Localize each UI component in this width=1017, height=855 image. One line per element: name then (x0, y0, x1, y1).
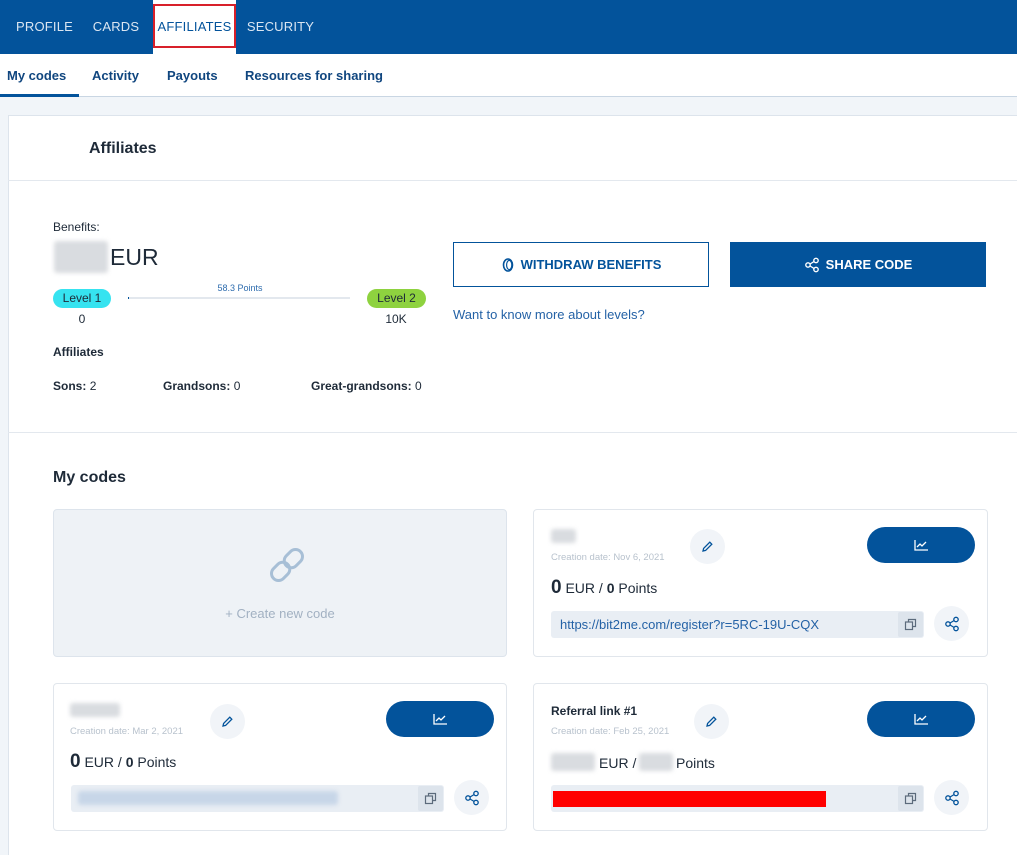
level-progress-track (128, 297, 350, 299)
blurred-points-value (639, 753, 673, 771)
subtab-payouts[interactable]: Payouts (167, 68, 218, 83)
code-eur-label: EUR / (84, 754, 122, 770)
tab-profile[interactable]: PROFILE (0, 0, 89, 54)
code-name: Referral link #1 (551, 704, 638, 718)
edit-code-button[interactable] (694, 704, 729, 739)
code-stats-button[interactable] (867, 527, 975, 563)
chart-icon (914, 540, 928, 551)
subtab-activity[interactable]: Activity (92, 68, 139, 83)
grandsons-stat: Grandsons: 0 (163, 379, 240, 393)
share-icon (464, 790, 479, 805)
pencil-icon (222, 716, 233, 727)
sons-stat: Sons: 2 (53, 379, 96, 393)
tab-highlight-outline (153, 4, 236, 48)
redacted-referral-link (553, 791, 826, 807)
share-link-button[interactable] (934, 780, 969, 815)
great-grandsons-label: Great-grandsons: (311, 379, 412, 393)
blurred-code-name (70, 703, 120, 717)
code-creation-date: Creation date: Feb 25, 2021 (551, 726, 670, 737)
blurred-code-name (551, 529, 576, 543)
copy-link-button[interactable] (418, 786, 443, 811)
grandsons-value: 0 (233, 379, 241, 393)
subtab-resources[interactable]: Resources for sharing (245, 68, 383, 83)
share-code-label: SHARE CODE (825, 257, 913, 272)
copy-icon (904, 792, 917, 805)
withdraw-benefits-label: WITHDRAW BENEFITS (520, 257, 662, 272)
code-earnings: 0 EUR / 0 Points (70, 751, 176, 773)
level-1-badge: Level 1 (53, 289, 111, 308)
benefits-label: Benefits: (53, 220, 100, 234)
withdraw-benefits-button[interactable]: WITHDRAW BENEFITS (453, 242, 709, 287)
coin-icon (502, 257, 513, 272)
sub-nav: My codes Activity Payouts Resources for … (0, 54, 1017, 97)
copy-icon (904, 618, 917, 631)
code-points-label: Points (618, 580, 658, 596)
pencil-icon (702, 541, 713, 552)
share-icon (804, 257, 819, 272)
page-title: Affiliates (89, 140, 157, 157)
chart-icon (914, 714, 928, 725)
code-earnings: 0 EUR / 0 Points (551, 577, 657, 599)
blurred-benefit-amount (54, 241, 108, 273)
share-code-button[interactable]: SHARE CODE (730, 242, 986, 287)
link-icon (270, 548, 304, 582)
code-eur-value: 0 (551, 577, 562, 598)
great-grandsons-value: 0 (415, 379, 422, 393)
code-points-label: Points (137, 754, 177, 770)
level-1-threshold: 0 (78, 312, 86, 326)
code-points-value: 0 (606, 580, 615, 596)
code-creation-date: Creation date: Nov 6, 2021 (551, 552, 665, 563)
points-progress-label: 58.3 Points (217, 283, 263, 293)
copy-link-button[interactable] (898, 786, 923, 811)
level-2-threshold: 10K (385, 312, 407, 326)
code-points-label: Points (676, 755, 715, 771)
edit-code-button[interactable] (210, 704, 245, 739)
share-icon (944, 616, 959, 631)
divider (8, 432, 1017, 433)
referral-link-field[interactable]: https://bit2me.com/register?r=5RC-19U-CQ… (551, 611, 924, 638)
great-grandsons-stat: Great-grandsons: 0 (311, 379, 422, 393)
affiliates-heading: Affiliates (53, 345, 104, 359)
code-stats-button[interactable] (867, 701, 975, 737)
copy-icon (424, 792, 437, 805)
benefits-currency: EUR (110, 244, 159, 270)
levels-info-link[interactable]: Want to know more about levels? (453, 307, 645, 322)
blurred-referral-link (78, 791, 338, 805)
chart-icon (433, 714, 447, 725)
code-points-value: 0 (125, 754, 134, 770)
code-creation-date: Creation date: Mar 2, 2021 (70, 726, 184, 737)
pencil-icon (706, 716, 717, 727)
create-new-code-label[interactable]: + Create new code (53, 606, 507, 621)
code-eur-label: EUR / (599, 755, 637, 771)
tab-cards[interactable]: CARDS (89, 0, 143, 54)
copy-link-button[interactable] (898, 612, 923, 637)
level-2-badge: Level 2 (367, 289, 426, 308)
sons-value: 2 (89, 379, 97, 393)
divider (8, 180, 1017, 181)
code-eur-value: 0 (70, 751, 81, 772)
tab-security[interactable]: SECURITY (236, 0, 325, 54)
code-eur-label: EUR / (565, 580, 603, 596)
grandsons-label: Grandsons: (163, 379, 231, 393)
my-codes-title: My codes (53, 469, 126, 486)
subtab-my-codes[interactable]: My codes (7, 68, 66, 83)
code-stats-button[interactable] (386, 701, 494, 737)
sons-label: Sons: (53, 379, 87, 393)
edit-code-button[interactable] (690, 529, 725, 564)
share-icon (944, 790, 959, 805)
share-link-button[interactable] (934, 606, 969, 641)
blurred-eur-value (551, 753, 595, 771)
level-progress-fill (128, 297, 129, 299)
share-link-button[interactable] (454, 780, 489, 815)
